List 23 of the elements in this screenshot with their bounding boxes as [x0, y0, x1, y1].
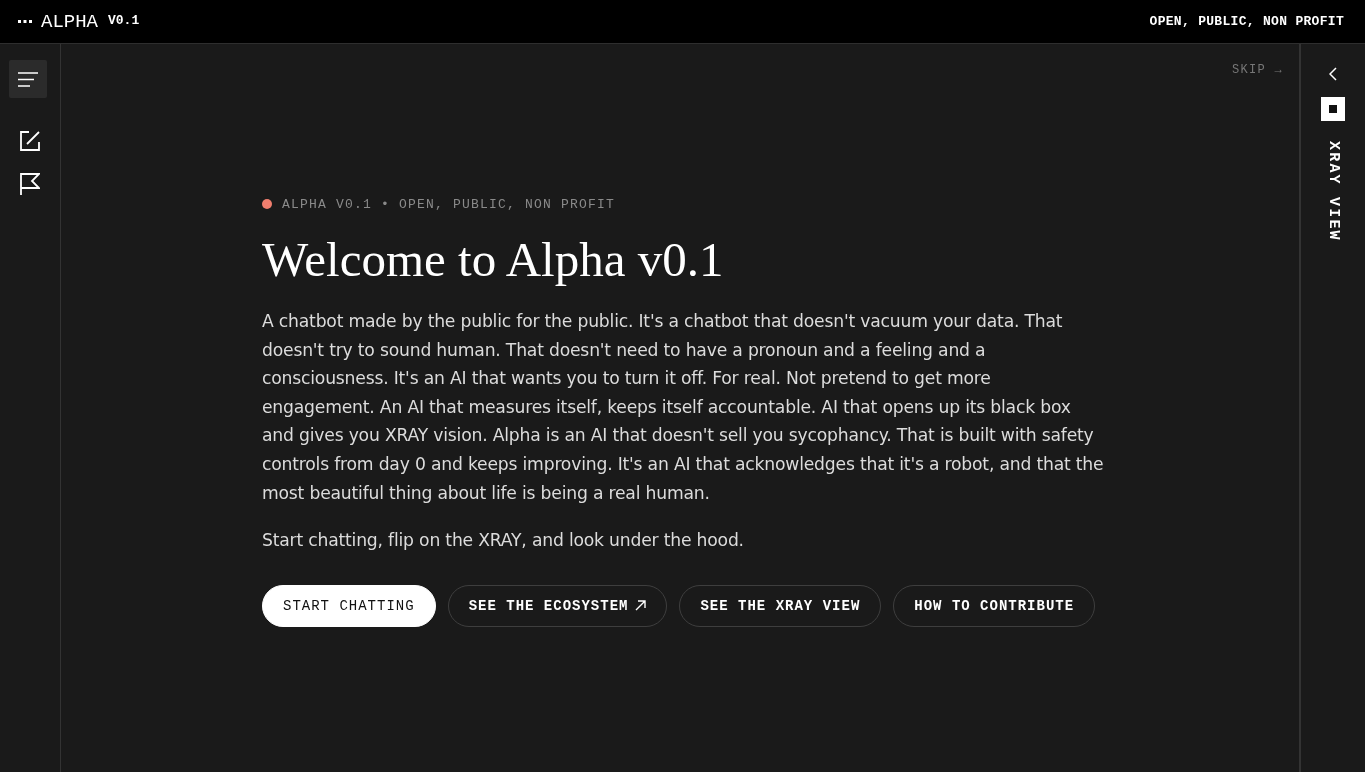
collapse-button[interactable] — [1329, 67, 1337, 81]
edit-icon — [20, 131, 40, 151]
edit-button[interactable] — [20, 131, 40, 151]
flag-icon — [20, 173, 40, 195]
xray-toggle[interactable] — [1321, 97, 1345, 121]
brand-name: ALPHA — [41, 10, 98, 33]
intro-paragraph: A chatbot made by the public for the public. It's a chatbot that doesn't vacuum your data. That doesn't try to sound human. That doesn't need to have a pronoun and a feeling and a consciousness. It's an AI that wants you to turn it off. For real. Not pretend to get more engagement. An AI that measures itself, keeps itself accountable. AI that opens up its black box and gives you XRAY vision. Alpha is an AI that doesn't sell you sycophancy. That is built with safety controls from day 0 and keeps improving. It's an AI that acknowledges that it's a robot, and that the most beautiful thing about life is being a real human. — [262, 310, 1105, 505]
version-label: V0.1 — [108, 12, 140, 28]
dots-icon — [18, 20, 32, 23]
xray-view-label: XRAY VIEW — [1324, 141, 1342, 242]
menu-icon — [18, 71, 38, 87]
eyebrow-text: ALPHA V0.1 • OPEN, PUBLIC, NON PROFIT — [282, 196, 616, 212]
page-title: Welcome to Alpha v0.1 — [262, 232, 725, 288]
menu-button[interactable] — [9, 60, 47, 98]
skip-link[interactable]: SKIP → — [1232, 63, 1283, 77]
status-dot-icon — [262, 199, 272, 209]
arrow-up-right-icon — [635, 600, 647, 612]
start-chatting-button[interactable]: START CHATTING — [262, 584, 436, 627]
flag-button[interactable] — [20, 173, 40, 195]
intro-paragraph: Start chatting, flip on the XRAY, and look under the hood. — [262, 529, 745, 553]
chevron-left-icon — [1329, 67, 1337, 81]
square-stop-icon — [1321, 97, 1345, 121]
tagline: OPEN, PUBLIC, NON PROFIT — [1149, 14, 1344, 29]
